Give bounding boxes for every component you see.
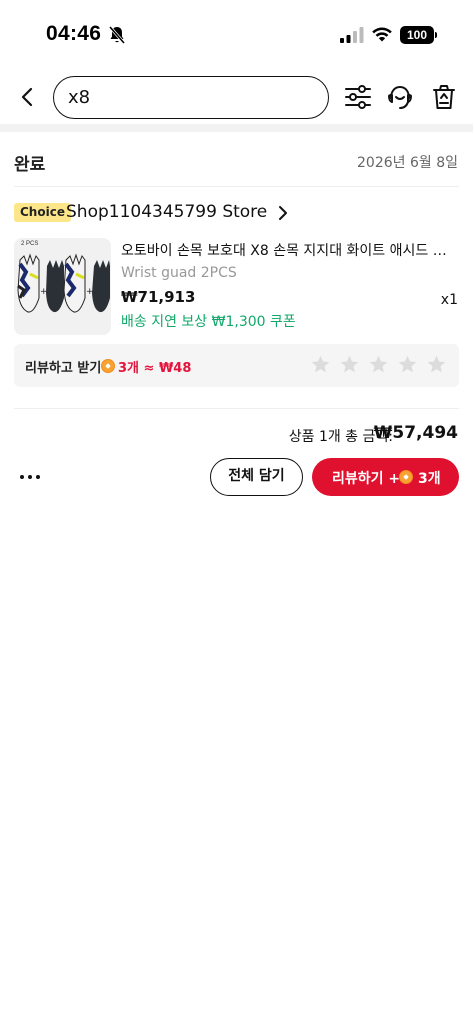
coin-icon [399,470,413,484]
product-image-label: 2 PCS [21,241,39,247]
star-icon-5[interactable] [426,354,447,375]
back-button[interactable] [16,85,40,109]
add-all-to-cart-button[interactable]: 전체 담기 [210,458,303,496]
write-review-reward: 3개 [418,471,441,487]
choice-badge: Choice [14,203,71,222]
product-image[interactable]: 2 PCS + + [14,238,111,335]
battery-indicator: 100 [400,26,434,44]
product-option: Wrist guad 2PCS [121,265,237,281]
more-horizontal-icon[interactable] [18,465,42,489]
product-title[interactable]: 오토바이 손목 보호대 X8 손목 지지대 화이트 애시드 옐로우 [121,240,451,260]
star-icon-4[interactable] [397,354,418,375]
star-icon-1[interactable] [310,354,331,375]
store-name-link[interactable]: Shop1104345799 Store [66,202,267,222]
write-review-label: 리뷰하기 + [332,471,401,487]
coin-icon [101,359,115,373]
review-reward-amount: 3개 ≈ ₩48 [118,361,192,376]
search-header: x8 [0,68,473,126]
recycle-bin-icon[interactable] [430,83,458,111]
bell-muted-icon [108,26,126,44]
review-reward-label: 리뷰하고 받기 [25,361,102,376]
order-status: 완료 [14,155,46,175]
star-icon-3[interactable] [368,354,389,375]
headset-icon[interactable] [386,83,414,111]
star-icon-2[interactable] [339,354,360,375]
divider [14,186,459,187]
wrist-guard-illustration: + + [17,253,110,313]
battery-cap [435,32,437,38]
chevron-right-icon[interactable] [276,205,290,221]
search-input-value: x8 [68,87,91,108]
sliders-icon[interactable] [344,83,372,111]
rating-stars [310,354,447,376]
review-reward-box: 리뷰하고 받기 3개 ≈ ₩48 [14,344,459,387]
cellular-signal-icon [340,27,364,43]
write-review-button[interactable]: 리뷰하기 + 3개 [312,458,459,496]
order-date: 2026년 6월 8일 [357,155,458,171]
status-bar: 04:46 100 [0,0,473,60]
divider [14,408,459,409]
search-input[interactable]: x8 [53,76,329,119]
delay-compensation-coupon: 배송 지연 보상 ₩1,300 쿠폰 [121,314,296,330]
order-total-value: ₩57,494 [373,423,458,443]
product-price: ₩71,913 [121,288,196,306]
wifi-icon [372,27,392,42]
status-time: 04:46 [46,22,102,45]
product-quantity: x1 [440,292,458,308]
section-divider [0,124,473,132]
